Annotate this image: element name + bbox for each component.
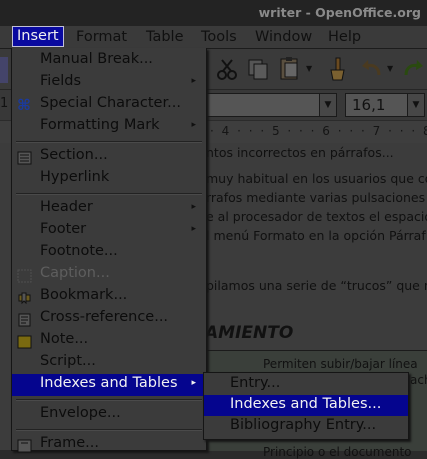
submenu-arrow-icon: ▸ <box>191 76 196 86</box>
menu-bar: Insert Format Table Tools Window Help <box>0 26 427 49</box>
note-icon <box>17 334 32 349</box>
menu-item-frame[interactable]: Frame... <box>12 434 206 456</box>
menu-tools[interactable]: Tools <box>197 28 241 46</box>
menu-item-indexes-and-tables[interactable]: Indexes and Tables ▸ <box>12 374 206 396</box>
menu-item-note[interactable]: Note... <box>12 330 206 352</box>
submenu-item-label: Bibliography Entry... <box>230 417 377 433</box>
menu-item-envelope[interactable]: Envelope... <box>12 404 206 426</box>
doc-line: pilamos una serie de “trucos” que nos <box>206 278 427 293</box>
copy-icon[interactable] <box>244 55 272 83</box>
chevron-down-icon[interactable]: ▼ <box>407 94 424 116</box>
title-bar: writer - OpenOffice.org <box>0 0 427 26</box>
menu-insert[interactable]: Insert <box>12 26 64 47</box>
section-icon <box>17 150 32 165</box>
menu-window[interactable]: Window <box>251 28 316 46</box>
menu-separator <box>16 399 202 401</box>
menu-item-manual-break[interactable]: Manual Break... <box>12 50 206 72</box>
menu-item-label: Frame... <box>40 435 100 451</box>
window-title: writer - OpenOffice.org <box>258 5 421 20</box>
paragraph-style-icon[interactable]: 1 <box>0 96 8 111</box>
menu-item-section[interactable]: Section... <box>12 146 206 168</box>
bookmark-icon <box>17 290 32 305</box>
menu-item-label: Fields <box>40 73 82 89</box>
menu-item-label: Header <box>40 199 93 215</box>
menu-item-label: Caption... <box>40 265 110 281</box>
undo-icon[interactable] <box>358 55 386 83</box>
menu-item-label: Bookmark... <box>40 287 128 303</box>
menu-item-label: Section... <box>40 147 108 163</box>
table-cell: Principio o el documento <box>263 445 412 459</box>
submenu-item-indexes-and-tables[interactable]: Indexes and Tables... <box>204 395 408 416</box>
submenu-arrow-icon: ▸ <box>191 202 196 212</box>
doc-line: e al procesador de textos el espacio <box>206 209 427 224</box>
redo-icon[interactable] <box>399 55 427 83</box>
menu-item-fields[interactable]: Fields ▸ <box>12 72 206 94</box>
submenu-arrow-icon: ▸ <box>191 224 196 234</box>
table-cell: Permiten subir/bajar línea <box>263 357 418 371</box>
clone-formatting-icon[interactable] <box>322 55 350 83</box>
caption-icon <box>17 268 32 283</box>
menu-item-label: Special Character... <box>40 95 181 111</box>
paste-icon[interactable] <box>276 55 304 83</box>
submenu-item-label: Entry... <box>230 375 281 391</box>
menu-item-bookmark[interactable]: Bookmark... <box>12 286 206 308</box>
cross-reference-icon <box>17 312 32 327</box>
font-size-value: 16,1 <box>352 96 386 114</box>
menu-item-script[interactable]: Script... <box>12 352 206 374</box>
doc-line: muy habitual en los usuarios que co <box>206 171 427 186</box>
chevron-down-icon[interactable]: ▼ <box>319 94 336 116</box>
menu-item-label: Script... <box>40 353 96 369</box>
undo-dropdown-icon[interactable]: ▼ <box>387 64 393 73</box>
menu-item-footer[interactable]: Footer ▸ <box>12 220 206 242</box>
submenu-item-label: Indexes and Tables... <box>230 396 382 412</box>
menu-item-label: Hyperlink <box>40 169 110 185</box>
menu-item-label: Cross-reference... <box>40 309 169 325</box>
menu-item-label: Footnote... <box>40 243 118 259</box>
ruler-ticks: · 4 · · · 5 · · · 6 · · · 7 · · · 8 <box>210 124 427 138</box>
submenu-arrow-icon: ▸ <box>191 378 196 388</box>
menu-item-hyperlink[interactable]: Hyperlink <box>12 168 206 190</box>
submenu-item-bibliography-entry[interactable]: Bibliography Entry... <box>204 416 408 437</box>
cut-icon[interactable] <box>213 55 241 83</box>
menu-item-formatting-mark[interactable]: Formatting Mark ▸ <box>12 116 206 138</box>
menu-format[interactable]: Format <box>72 28 131 46</box>
table-cell: acha/ <box>410 373 427 387</box>
menu-item-label: Manual Break... <box>40 51 153 67</box>
menu-item-caption: Caption... <box>12 264 206 286</box>
menu-item-footnote[interactable]: Footnote... <box>12 242 206 264</box>
menu-item-label: Footer <box>40 221 87 237</box>
menu-item-special-character[interactable]: ⌘ Special Character... <box>12 94 206 116</box>
toolbar-left-button[interactable] <box>0 57 8 83</box>
menu-item-label: Formatting Mark <box>40 117 160 133</box>
menu-table[interactable]: Table <box>142 28 188 46</box>
paste-dropdown-icon[interactable]: ▼ <box>306 64 312 73</box>
menu-separator <box>16 429 202 431</box>
command-icon: ⌘ <box>17 96 31 114</box>
doc-line: ntos incorrectos en párrafos... <box>206 145 394 160</box>
menu-help[interactable]: Help <box>324 28 365 46</box>
submenu-item-entry[interactable]: Entry... <box>204 374 408 395</box>
font-name-select[interactable]: ▼ <box>205 93 337 117</box>
doc-heading: AMIENTO <box>205 323 294 343</box>
font-size-select[interactable]: 16,1 ▼ <box>345 93 425 117</box>
doc-line: l menú Formato en la opción Párraf <box>206 228 426 243</box>
indexes-submenu: Entry... Indexes and Tables... Bibliogra… <box>203 372 409 440</box>
menu-item-header[interactable]: Header ▸ <box>12 198 206 220</box>
menu-item-cross-reference[interactable]: Cross-reference... <box>12 308 206 330</box>
menu-item-label: Indexes and Tables <box>40 375 178 391</box>
insert-menu: Manual Break... Fields ▸ ⌘ Special Chara… <box>11 48 207 453</box>
menu-item-label: Envelope... <box>40 405 121 421</box>
menu-separator <box>16 193 202 195</box>
doc-line: rrafos mediante varias pulsaciones d <box>206 190 427 205</box>
menu-item-label: Note... <box>40 331 89 347</box>
menu-separator <box>16 141 202 143</box>
submenu-arrow-icon: ▸ <box>191 120 196 130</box>
